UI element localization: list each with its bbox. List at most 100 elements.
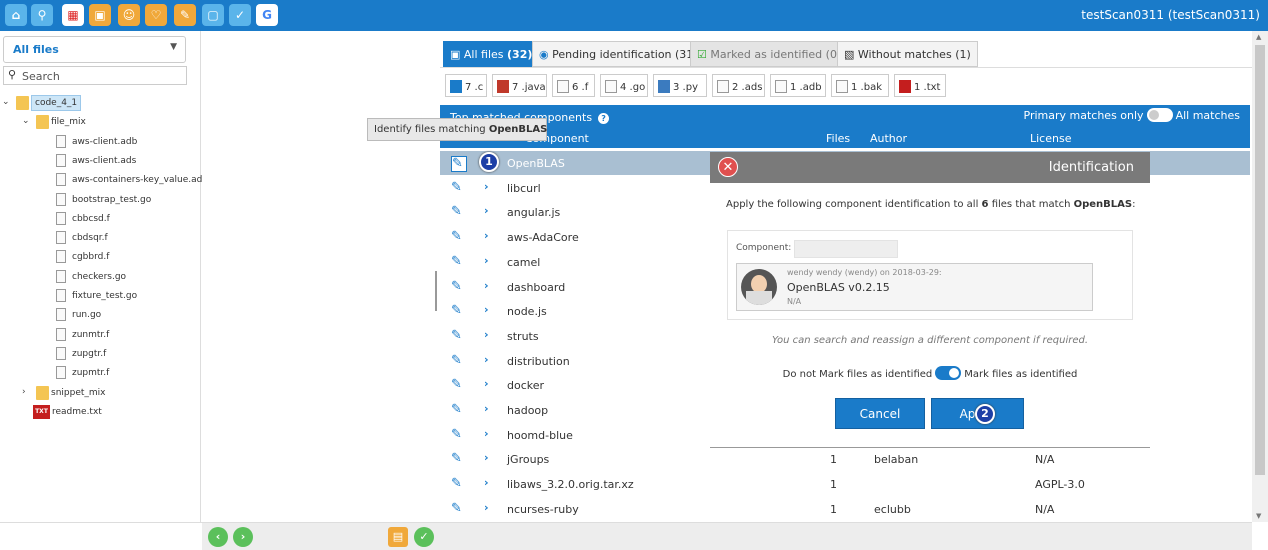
all-files-select[interactable]: All files ▼ bbox=[3, 36, 186, 63]
search-icon[interactable]: ⚲ bbox=[31, 4, 53, 26]
edit-icon[interactable]: ✎ bbox=[451, 427, 465, 442]
pencil-icon[interactable]: ✎ bbox=[174, 4, 196, 26]
tab-all-files[interactable]: ▣ All files (32) bbox=[443, 41, 540, 67]
badge-icon[interactable]: ♡ bbox=[145, 4, 167, 26]
tab-marked-as-identified[interactable]: ☑ Marked as identified (0) bbox=[690, 41, 849, 67]
tab-without-matches[interactable]: ▧ Without matches (1) bbox=[837, 41, 978, 67]
shield-icon[interactable]: ✓ bbox=[229, 4, 251, 26]
tree-file[interactable]: checkers.go bbox=[0, 269, 201, 287]
edit-icon[interactable]: ✎ bbox=[451, 180, 465, 195]
people-icon[interactable]: ☺ bbox=[118, 4, 140, 26]
tree-file[interactable]: zupmtr.f bbox=[0, 365, 201, 383]
extension-filter[interactable]: 7 .java bbox=[492, 74, 547, 97]
match-mode-toggle[interactable]: Primary matches only All matches bbox=[1024, 108, 1240, 122]
extension-filter[interactable]: 3 .py bbox=[653, 74, 707, 97]
user-label[interactable]: testScan0311 (testScan0311) bbox=[1081, 8, 1260, 22]
scanner-icon[interactable]: ▦ bbox=[62, 4, 84, 26]
folder-icon[interactable]: ▤ bbox=[388, 527, 408, 547]
mark-identified-toggle[interactable]: Do not Mark files as identified Mark file… bbox=[710, 366, 1150, 380]
scroll-thumb[interactable] bbox=[1255, 45, 1265, 475]
chevron-right-icon[interactable]: › bbox=[484, 501, 489, 514]
edit-icon[interactable]: ✎ bbox=[451, 452, 465, 466]
scroll-up-icon[interactable]: ▲ bbox=[1256, 33, 1261, 41]
component-name[interactable]: distribution bbox=[507, 355, 570, 368]
edit-icon[interactable]: ✎ bbox=[451, 477, 465, 491]
edit-icon[interactable]: ✎ bbox=[451, 230, 465, 244]
extension-filter[interactable]: 7 .c bbox=[445, 74, 487, 97]
chevron-right-icon[interactable]: › bbox=[484, 303, 489, 316]
edit-icon[interactable]: ✎ bbox=[451, 156, 467, 172]
chevron-right-icon[interactable]: › bbox=[484, 180, 489, 193]
chevron-right-icon[interactable]: › bbox=[484, 279, 489, 292]
component-name[interactable]: camel bbox=[507, 256, 540, 269]
edit-icon[interactable]: ✎ bbox=[451, 501, 465, 516]
component-name[interactable]: OpenBLAS bbox=[507, 157, 565, 170]
help-icon[interactable]: ? bbox=[598, 113, 610, 124]
chevron-right-icon[interactable]: › bbox=[484, 377, 489, 390]
component-row[interactable]: ✎ › libaws_3.2.0.orig.tar.xz 1 AGPL-3.0 bbox=[440, 472, 1250, 496]
col-license[interactable]: License bbox=[1030, 132, 1071, 145]
chevron-right-icon[interactable]: › bbox=[484, 229, 489, 242]
chevron-right-icon[interactable]: › bbox=[484, 427, 489, 440]
tree-folder[interactable]: › snippet_mix bbox=[0, 385, 201, 403]
chevron-right-icon[interactable]: › bbox=[484, 204, 489, 217]
close-icon[interactable]: ✕ bbox=[718, 157, 738, 177]
chevron-right-icon[interactable]: › bbox=[484, 476, 489, 489]
component-row[interactable]: ✎ › jGroups 1 belaban N/A bbox=[440, 447, 1250, 471]
tree-file[interactable]: zupgtr.f bbox=[0, 346, 201, 364]
google-icon[interactable]: G bbox=[256, 4, 278, 26]
tree-folder[interactable]: ⌄ file_mix bbox=[0, 114, 201, 132]
component-name[interactable]: dashboard bbox=[507, 281, 565, 294]
tree-file[interactable]: bootstrap_test.go bbox=[0, 192, 201, 210]
extension-filter[interactable]: 2 .ads bbox=[712, 74, 765, 97]
chevron-right-icon[interactable]: › bbox=[484, 353, 489, 366]
tree-file[interactable]: cbbcsd.f bbox=[0, 211, 201, 229]
edit-icon[interactable]: ✎ bbox=[451, 254, 465, 269]
tree-file[interactable]: cgbbrd.f bbox=[0, 249, 201, 267]
chevron-down-icon[interactable]: ⌄ bbox=[2, 97, 10, 107]
extension-filter[interactable]: 1 .adb bbox=[770, 74, 826, 97]
tree-file[interactable]: fixture_test.go bbox=[0, 288, 201, 306]
search-input[interactable]: ⚲ Search bbox=[3, 66, 187, 85]
edit-icon[interactable]: ✎ bbox=[451, 328, 465, 343]
package-icon[interactable]: ▣ bbox=[89, 4, 111, 26]
tree-file[interactable]: zunmtr.f bbox=[0, 327, 201, 345]
extension-filter[interactable]: 4 .go bbox=[600, 74, 648, 97]
component-name[interactable]: jGroups bbox=[507, 453, 549, 466]
toggle-switch[interactable] bbox=[1146, 108, 1173, 122]
tree-file[interactable]: aws-client.ads bbox=[0, 153, 201, 171]
component-name[interactable]: docker bbox=[507, 379, 544, 392]
tree-file[interactable]: run.go bbox=[0, 307, 201, 325]
chevron-down-icon[interactable]: ⌄ bbox=[22, 116, 30, 126]
extension-filter[interactable]: 1 .bak bbox=[831, 74, 889, 97]
edit-icon[interactable]: ✎ bbox=[451, 304, 465, 318]
prev-icon[interactable]: ‹ bbox=[208, 527, 228, 547]
tree-file[interactable]: aws-containers-key_value.ads bbox=[0, 172, 207, 190]
main-scrollbar[interactable]: ▲ ▼ bbox=[1252, 31, 1268, 522]
home-upload-icon[interactable]: ⌂ bbox=[5, 4, 27, 26]
tab-pending-identification[interactable]: ◉ Pending identification (31) bbox=[532, 41, 705, 67]
tree-file[interactable]: cbdsqr.f bbox=[0, 230, 201, 248]
extension-filter[interactable]: 6 .f bbox=[552, 74, 595, 97]
next-icon[interactable]: › bbox=[233, 527, 253, 547]
tree-file[interactable]: aws-client.adb bbox=[0, 134, 201, 152]
pane-divider-handle[interactable] bbox=[435, 271, 437, 311]
component-name[interactable]: node.js bbox=[507, 305, 547, 318]
component-name[interactable]: hadoop bbox=[507, 404, 548, 417]
chevron-right-icon[interactable]: › bbox=[22, 387, 26, 397]
edit-icon[interactable]: ✎ bbox=[451, 205, 465, 219]
chevron-right-icon[interactable]: › bbox=[484, 402, 489, 415]
col-author[interactable]: Author bbox=[870, 132, 907, 145]
component-row[interactable]: ✎ › ncurses-ruby 1 eclubb N/A bbox=[440, 497, 1250, 521]
component-name[interactable]: libaws_3.2.0.orig.tar.xz bbox=[507, 478, 634, 491]
tree-folder[interactable]: ⌄ code_4_1 bbox=[0, 95, 201, 113]
chevron-right-icon[interactable]: › bbox=[484, 328, 489, 341]
component-name[interactable]: struts bbox=[507, 330, 539, 343]
component-name[interactable]: hoomd-blue bbox=[507, 429, 573, 442]
clipboard-icon[interactable]: ▢ bbox=[202, 4, 224, 26]
edit-icon[interactable]: ✎ bbox=[451, 279, 465, 294]
toggle-switch[interactable] bbox=[935, 366, 962, 380]
edit-icon[interactable]: ✎ bbox=[451, 353, 465, 368]
cancel-button[interactable]: Cancel bbox=[835, 398, 925, 429]
chevron-right-icon[interactable]: › bbox=[484, 451, 489, 464]
